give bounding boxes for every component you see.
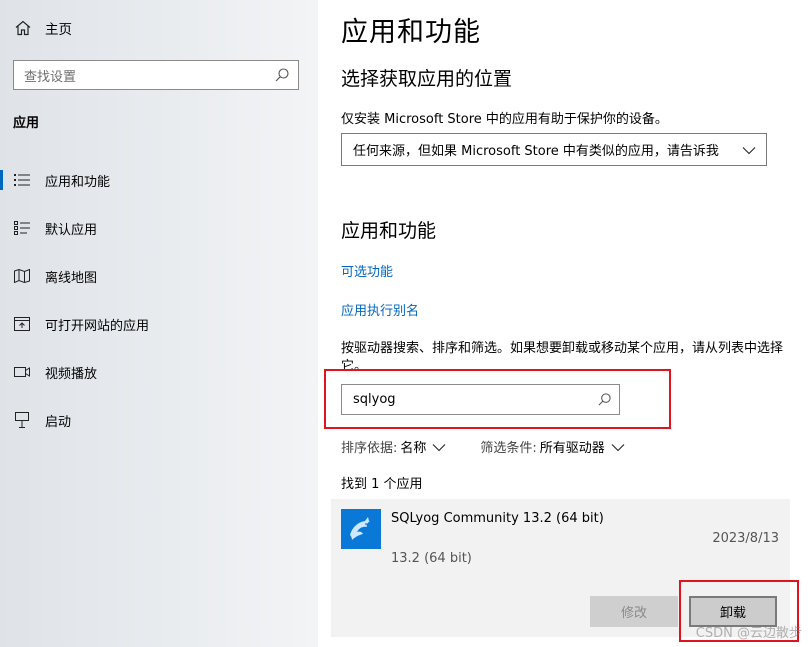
- sidebar-item-website-apps[interactable]: 可打开网站的应用: [0, 300, 318, 348]
- filter-key: 筛选条件:: [480, 441, 537, 456]
- sort-value: 名称: [400, 441, 427, 456]
- apps-list-icon: [13, 171, 31, 189]
- sort-filter-bar: 排序依据: 名称 筛选条件: 所有驱动器: [341, 437, 659, 456]
- chevron-down-icon: [611, 443, 625, 451]
- filter-dropdown[interactable]: 筛选条件: 所有驱动器: [480, 437, 625, 456]
- sidebar-item-label: 离线地图: [45, 270, 98, 286]
- sidebar-item-label: 启动: [45, 414, 72, 430]
- app-execution-alias-link[interactable]: 应用执行别名: [341, 300, 419, 319]
- found-count: 找到 1 个应用: [341, 477, 423, 492]
- app-version: 13.2 (64 bit): [391, 551, 472, 566]
- page-title: 应用和功能: [341, 17, 481, 48]
- settings-search-input[interactable]: 查找设置: [13, 60, 299, 90]
- install-source-dropdown[interactable]: 任何来源，但如果 Microsoft Store 中有类似的应用，请告诉我: [341, 133, 767, 166]
- video-icon: [13, 363, 31, 381]
- sidebar-item-default-apps[interactable]: 默认应用: [0, 204, 318, 252]
- sidebar-item-label: 视频播放: [45, 366, 98, 382]
- sidebar-item-label: 应用和功能: [45, 174, 111, 190]
- home-label: 主页: [45, 22, 72, 38]
- sidebar-item-label: 可打开网站的应用: [45, 318, 150, 334]
- chevron-down-icon: [433, 443, 446, 451]
- filter-value: 所有驱动器: [539, 441, 605, 456]
- sidebar-item-label: 默认应用: [45, 222, 98, 238]
- optional-features-link[interactable]: 可选功能: [341, 261, 393, 280]
- sort-dropdown[interactable]: 排序依据: 名称: [341, 437, 446, 456]
- section-title: 应用: [13, 116, 40, 131]
- home-link[interactable]: 主页: [14, 16, 72, 40]
- install-source-heading: 选择获取应用的位置: [341, 68, 513, 90]
- sidebar-item-video-playback[interactable]: 视频播放: [0, 348, 318, 396]
- watermark: CSDN @云边散步: [695, 626, 802, 641]
- map-icon: [13, 267, 31, 285]
- app-install-date: 2023/8/13: [712, 531, 779, 546]
- sidebar-nav: 应用和功能 默认应用 离线地图 可打开网站的应用 视频播放 启动: [0, 156, 318, 444]
- settings-search-placeholder: 查找设置: [24, 69, 77, 85]
- website-apps-icon: [13, 315, 31, 333]
- home-icon: [15, 20, 31, 36]
- chevron-down-icon: [742, 146, 756, 154]
- startup-icon: [13, 411, 31, 429]
- sidebar: 主页 查找设置 应用 应用和功能 默认应用 离线地图 可打开网站的应用 视频播放…: [0, 0, 318, 647]
- sidebar-item-apps-features[interactable]: 应用和功能: [0, 156, 318, 204]
- sidebar-item-offline-maps[interactable]: 离线地图: [0, 252, 318, 300]
- app-name: SQLyog Community 13.2 (64 bit): [391, 511, 604, 526]
- install-source-value: 任何来源，但如果 Microsoft Store 中有类似的应用，请告诉我: [353, 144, 719, 159]
- search-highlight-box: [324, 369, 671, 429]
- main-content: 应用和功能 选择获取应用的位置 仅安装 Microsoft Store 中的应用…: [318, 0, 810, 647]
- modify-button[interactable]: 修改: [590, 596, 678, 627]
- sqlyog-dolphin-icon: [341, 509, 381, 549]
- search-icon: [275, 68, 289, 82]
- apps-features-heading: 应用和功能: [341, 220, 437, 242]
- sort-key: 排序依据:: [341, 441, 398, 456]
- install-source-desc: 仅安装 Microsoft Store 中的应用有助于保护你的设备。: [341, 112, 668, 127]
- default-apps-icon: [13, 219, 31, 237]
- sidebar-item-startup[interactable]: 启动: [0, 396, 318, 444]
